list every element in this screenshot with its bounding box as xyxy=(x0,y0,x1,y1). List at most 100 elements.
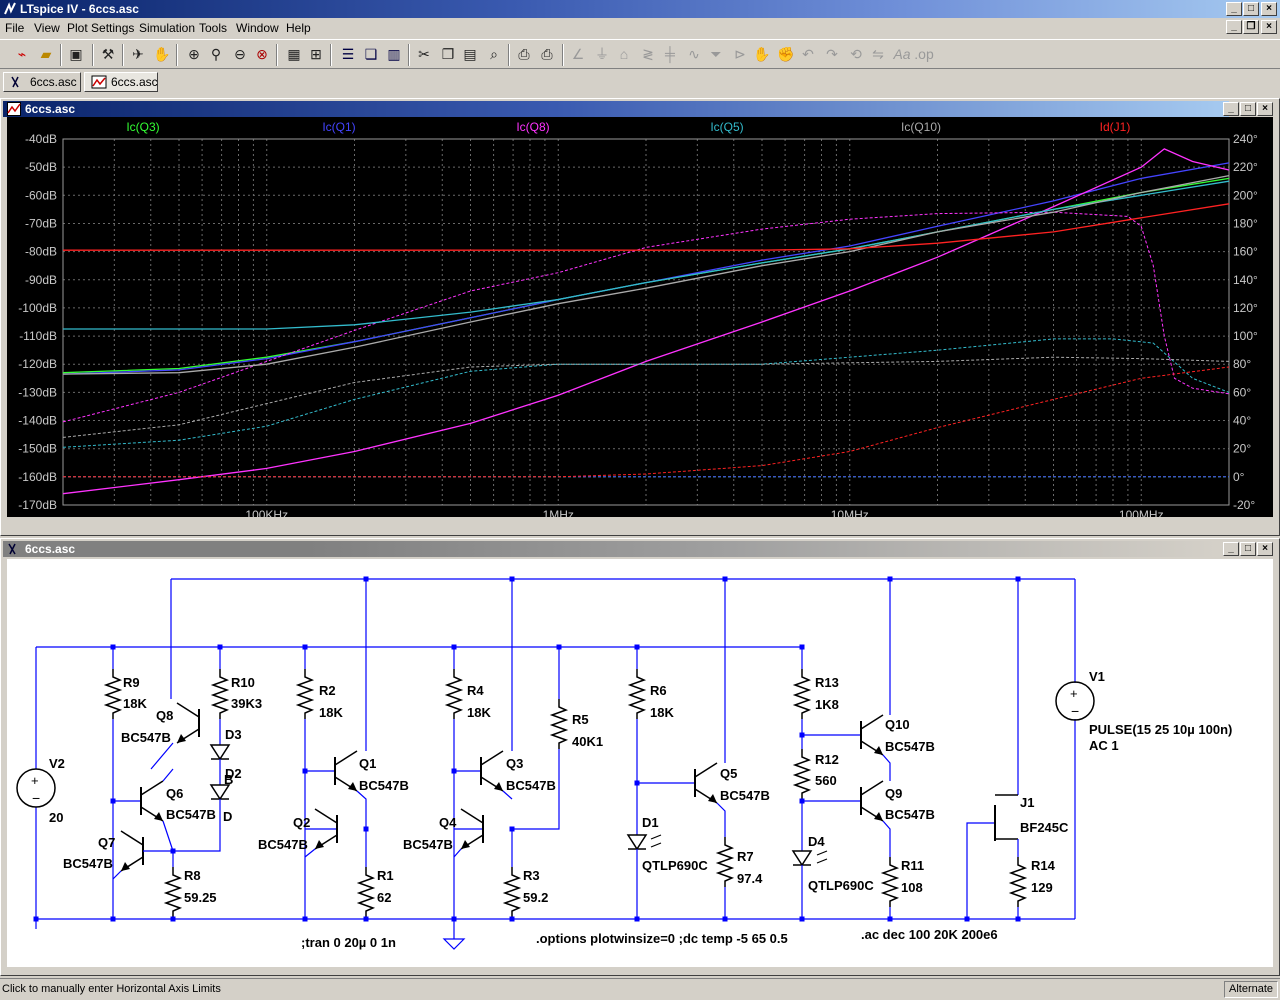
save-icon[interactable]: ▣ xyxy=(66,44,86,64)
find-icon[interactable]: ⌕ xyxy=(484,44,504,64)
wire-icon[interactable]: ∠ xyxy=(568,44,588,64)
junction-dot xyxy=(887,576,893,582)
zoom-cancel-icon[interactable]: ⊗ xyxy=(252,44,272,64)
component-value-label: 40K1 xyxy=(572,734,603,749)
copy-icon[interactable]: ❐ xyxy=(438,44,458,64)
component-ref-label: R13 xyxy=(815,675,839,690)
child-minimize-button[interactable]: _ xyxy=(1226,20,1242,34)
schematic-canvas[interactable]: + − + − R9 18K R10 39K3 Q8 BC547B D3 D2 Q6 BC547B Q7 BC… xyxy=(7,559,1273,967)
zoom-out-icon[interactable]: ⊖ xyxy=(230,44,250,64)
waveform-plot-area[interactable]: -40dB -50dB -60dB -70dB -80dB -90dB -100dB -110… xyxy=(7,117,1273,522)
spice-directive-icon[interactable]: .op xyxy=(914,44,934,64)
paste-icon[interactable]: ▤ xyxy=(460,44,480,64)
tile-horizontal-icon[interactable]: ☰ xyxy=(338,44,358,64)
resistor-symbol xyxy=(792,749,812,799)
open-icon[interactable]: ▰ xyxy=(36,44,56,64)
label-icon[interactable]: ⌂ xyxy=(614,44,634,64)
print-icon[interactable]: ⎙ xyxy=(537,44,557,64)
junction-dot xyxy=(887,916,893,922)
tile-vertical-icon[interactable]: ▥ xyxy=(384,44,404,64)
halt-icon[interactable]: ✋ xyxy=(152,44,172,64)
inductor-icon[interactable]: ∿ xyxy=(684,44,704,64)
run-icon[interactable]: ✈ xyxy=(128,44,148,64)
junction-dot xyxy=(556,644,562,650)
junction-dot xyxy=(1015,576,1021,582)
component-ref-label: R1 xyxy=(377,868,394,883)
component-value-label: BC547B xyxy=(359,778,409,793)
resistor-symbol xyxy=(715,837,735,887)
plot-minimize-button[interactable]: _ xyxy=(1223,102,1239,116)
rotate-icon[interactable]: ⟲ xyxy=(846,44,866,64)
wire xyxy=(882,754,891,781)
menu-tools[interactable]: Tools xyxy=(199,21,227,35)
app-title: LTspice IV - 6ccs.asc xyxy=(20,2,139,16)
mirror-icon[interactable]: ⇋ xyxy=(868,44,888,64)
new-schematic-icon[interactable]: ⌁ xyxy=(12,44,32,64)
plot-maximize-button[interactable]: □ xyxy=(1240,102,1256,116)
child-close-button[interactable]: × xyxy=(1261,20,1277,34)
junction-dot xyxy=(799,732,805,738)
y-left-tick-label: -150dB xyxy=(18,442,57,456)
junction-dot xyxy=(110,798,116,804)
cascade-icon[interactable]: ❏ xyxy=(361,44,381,64)
redo-icon[interactable]: ↷ xyxy=(822,44,842,64)
print-setup-icon[interactable]: ⎙ xyxy=(514,44,534,64)
text-icon[interactable]: Aa xyxy=(892,44,912,64)
resistor-icon[interactable]: ≷ xyxy=(638,44,658,64)
component-icon[interactable]: ⊳ xyxy=(730,44,750,64)
schematic-minimize-button[interactable]: _ xyxy=(1223,542,1239,556)
maximize-button[interactable]: □ xyxy=(1243,2,1259,16)
component-value-label: BC547B xyxy=(258,837,308,852)
transistor-collector xyxy=(694,762,718,778)
toolbar-separator xyxy=(562,44,564,66)
close-button[interactable]: × xyxy=(1261,2,1277,16)
zoom-fit-icon[interactable]: ⊞ xyxy=(306,44,326,64)
waveform-chart[interactable]: -40dB -50dB -60dB -70dB -80dB -90dB -100dB -110… xyxy=(7,117,1273,522)
component-ref-label: V1 xyxy=(1089,669,1105,684)
junction-dot xyxy=(363,576,369,582)
resistor-symbol xyxy=(210,669,230,719)
autorange-icon[interactable]: ▦ xyxy=(284,44,304,64)
zoom-in-icon[interactable]: ⊕ xyxy=(184,44,204,64)
transistor-collector xyxy=(860,780,884,796)
junction-dot xyxy=(799,798,805,804)
capacitor-icon[interactable]: ╪ xyxy=(660,44,680,64)
status-mode: Alternate xyxy=(1224,981,1278,998)
schematic-window: 6ccs.asc _ □ × + − + − R9 18K R10 39K3 Q8 BC547B D… xyxy=(0,538,1280,976)
menu-window[interactable]: Window xyxy=(236,21,279,35)
schematic-tab-icon xyxy=(11,76,19,88)
component-value-label: 129 xyxy=(1031,880,1053,895)
menu-simulation[interactable]: Simulation xyxy=(139,21,195,35)
y-left-tick-label: -100dB xyxy=(18,301,57,315)
component-ref-label: Q6 xyxy=(166,786,183,801)
tab-label: 6ccs.asc xyxy=(30,75,77,89)
component-ref-label: D4 xyxy=(808,834,825,849)
undo-icon[interactable]: ↶ xyxy=(798,44,818,64)
transistor-pin-label: D xyxy=(223,809,232,824)
ground-icon[interactable]: ⏚ xyxy=(592,44,612,64)
drag-icon[interactable]: ✊ xyxy=(776,44,796,64)
move-icon[interactable]: ✋ xyxy=(752,44,772,64)
schematic-drawing[interactable]: +−+−R918KR1039K3Q8BC547B D3D2Q6BC547BQ7BC… xyxy=(7,559,1273,967)
schematic-close-button[interactable]: × xyxy=(1257,542,1273,556)
control-panel-icon[interactable]: ⚒ xyxy=(98,44,118,64)
resistor-symbol xyxy=(295,669,315,719)
menu-plot-settings[interactable]: Plot Settings xyxy=(67,21,134,35)
tab-plot[interactable]: 6ccs.asc xyxy=(84,72,158,92)
cut-icon[interactable]: ✂ xyxy=(414,44,434,64)
tab-schematic[interactable]: 6ccs.asc xyxy=(3,72,81,92)
menu-help[interactable]: Help xyxy=(286,21,311,35)
diode-icon[interactable]: ⏷ xyxy=(706,44,726,64)
component-ref-label: R4 xyxy=(467,683,484,698)
component-ref-label: Q1 xyxy=(359,756,376,771)
child-restore-button[interactable]: ❐ xyxy=(1243,20,1259,34)
plot-close-button[interactable]: × xyxy=(1257,102,1273,116)
zoom-rubberband-icon[interactable]: ⚲ xyxy=(206,44,226,64)
menu-file[interactable]: File xyxy=(5,21,24,35)
schematic-maximize-button[interactable]: □ xyxy=(1240,542,1256,556)
menu-view[interactable]: View xyxy=(34,21,60,35)
junction-dot xyxy=(634,644,640,650)
component-value-label: 1K8 xyxy=(815,697,839,712)
minimize-button[interactable]: _ xyxy=(1226,2,1242,16)
transistor-collector xyxy=(460,808,484,824)
